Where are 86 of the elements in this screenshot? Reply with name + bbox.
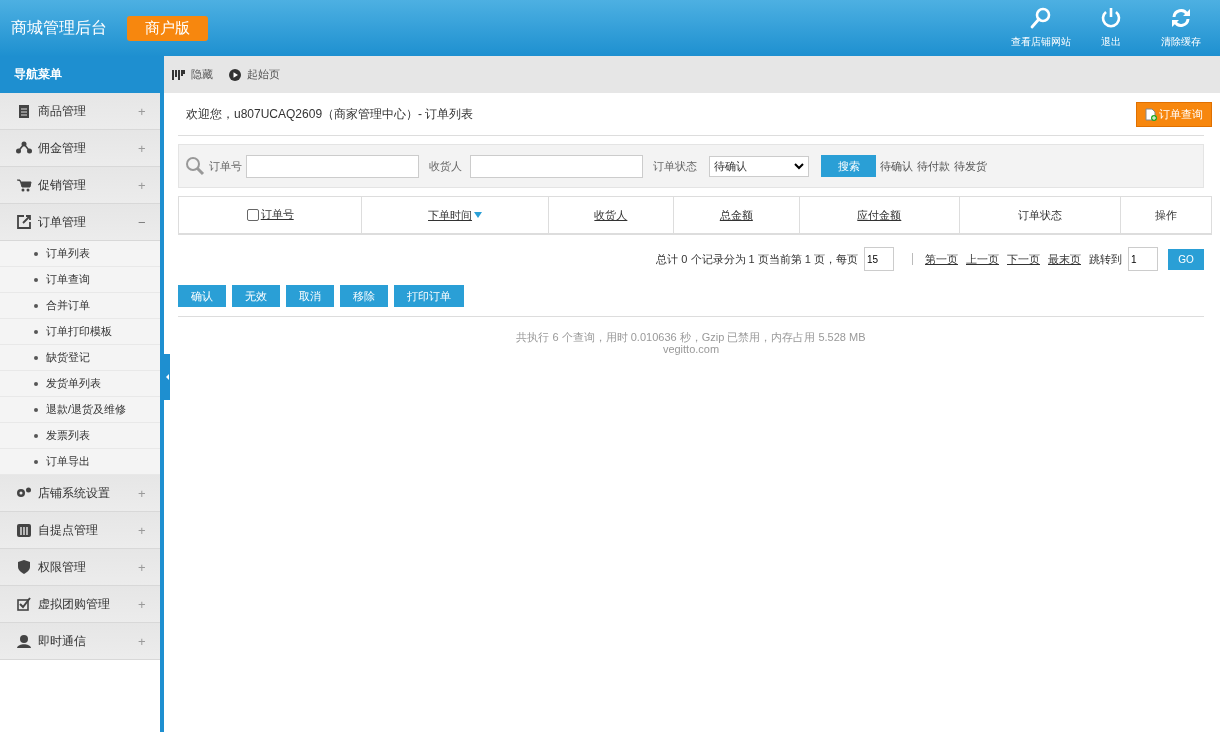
menu-item[interactable]: 佣金管理 +	[0, 130, 160, 167]
menu-label: 权限管理	[38, 558, 87, 576]
consignee-field[interactable]	[470, 154, 643, 178]
toggle-icon: +	[138, 633, 150, 649]
menu-label: 店铺系统设置	[38, 484, 111, 502]
pagination-summary: 总计 0 个记录分为 1 页当前第 1 页，每页	[656, 251, 858, 267]
status-link[interactable]: 待发货	[954, 158, 987, 174]
jump-label: 跳转到	[1089, 251, 1122, 267]
submenu-item[interactable]: 发货单列表	[0, 371, 160, 397]
toggle-icon: −	[138, 214, 150, 230]
toolbar-button[interactable]: 起始页	[229, 67, 280, 82]
menu-label: 促销管理	[38, 176, 87, 194]
page-link[interactable]: 下一页	[1007, 251, 1040, 267]
document-add-icon	[1145, 107, 1157, 121]
page-link[interactable]: 最末页	[1048, 251, 1081, 267]
submenu-item[interactable]: 发票列表	[0, 423, 160, 449]
menu-label: 佣金管理	[38, 139, 87, 157]
menu-item[interactable]: 促销管理 +	[0, 167, 160, 204]
toolbar-button[interactable]: 隐藏	[172, 67, 213, 82]
toggle-icon: +	[138, 596, 150, 612]
sort-link[interactable]: 总金额	[719, 207, 753, 223]
field-label: 订单号	[209, 158, 242, 174]
page-link[interactable]: 上一页	[966, 251, 999, 267]
submenu-item[interactable]: 订单列表	[0, 241, 160, 267]
menu-item[interactable]: 即时通信 +	[0, 623, 160, 660]
submenu-item[interactable]: 合并订单	[0, 293, 160, 319]
field-label: 订单状态	[653, 158, 697, 174]
sort-link[interactable]: 收货人	[594, 207, 628, 223]
menu-label: 商品管理	[38, 102, 87, 120]
menu-label: 自提点管理	[38, 521, 99, 539]
menu-item[interactable]: 店铺系统设置 +	[0, 475, 160, 512]
menu-item[interactable]: 虚拟团购管理 +	[0, 586, 160, 623]
submenu-item[interactable]: 订单打印模板	[0, 319, 160, 345]
chevron-icon	[794, 162, 804, 170]
welcome-text: 欢迎您，u807UCAQ2609（商家管理中心）- 订单列表	[186, 105, 474, 123]
toggle-icon: +	[138, 177, 150, 193]
search-icon	[1030, 7, 1052, 29]
status-dropdown[interactable]: 待确认	[709, 155, 809, 177]
refresh-icon	[1170, 7, 1192, 29]
column-header: 操作	[1120, 196, 1212, 234]
menu-label: 虚拟团购管理	[38, 595, 111, 613]
column-header: 订单状态	[959, 196, 1121, 234]
collapse-handle[interactable]	[164, 354, 170, 400]
export-icon	[16, 214, 32, 230]
order-number-field[interactable]	[246, 154, 419, 178]
menu-item[interactable]: 自提点管理 +	[0, 512, 160, 549]
field-label: 收货人	[429, 158, 462, 174]
nodes-icon	[16, 140, 32, 156]
toggle-icon: +	[138, 559, 150, 575]
search-icon	[185, 156, 205, 176]
select-all-checkbox[interactable]	[246, 208, 259, 221]
cart-icon	[16, 177, 32, 193]
toggle-icon: +	[138, 103, 150, 119]
play-icon	[229, 68, 241, 81]
power-icon	[1100, 7, 1122, 29]
sort-down-icon	[474, 212, 483, 218]
toggle-icon: +	[138, 140, 150, 156]
user-icon	[16, 633, 32, 649]
page-size-field[interactable]: 15	[864, 247, 894, 271]
page-link[interactable]: 第一页	[925, 251, 958, 267]
sort-link[interactable]: 订单号	[260, 207, 294, 223]
app-title: 商城管理后台	[11, 17, 107, 38]
submenu-item[interactable]: 缺货登记	[0, 345, 160, 371]
menu-item[interactable]: 订单管理 −	[0, 204, 160, 241]
sidebar-title: 导航菜单	[0, 56, 160, 93]
submenu-item[interactable]: 退款/退货及维修	[0, 397, 160, 423]
checkbox-icon	[16, 596, 32, 612]
toggle-icon: +	[138, 522, 150, 538]
columns-icon	[172, 68, 185, 81]
menu-item[interactable]: 商品管理 +	[0, 93, 160, 130]
query-stats: 共执行 6 个查询，用时 0.010636 秒，Gzip 已禁用，内存占用 5.528 MB	[515, 331, 867, 343]
status-link[interactable]: 待确认	[880, 158, 913, 174]
notepad-icon	[16, 103, 32, 119]
columns-icon	[16, 522, 32, 538]
shield-icon	[16, 559, 32, 575]
menu-label: 订单管理	[38, 213, 87, 231]
sort-link[interactable]: 下单时间	[428, 207, 473, 223]
menu-label: 即时通信	[38, 632, 87, 650]
edition-badge: 商户版	[127, 15, 208, 41]
submenu-item[interactable]: 订单查询	[0, 267, 160, 293]
sort-link[interactable]: 应付金额	[857, 207, 902, 223]
page-number-field[interactable]: 1	[1128, 247, 1158, 271]
menu-item[interactable]: 权限管理 +	[0, 549, 160, 586]
status-link[interactable]: 待付款	[917, 158, 950, 174]
toggle-icon: +	[138, 485, 150, 501]
site-name: vegitto.com	[661, 343, 721, 355]
